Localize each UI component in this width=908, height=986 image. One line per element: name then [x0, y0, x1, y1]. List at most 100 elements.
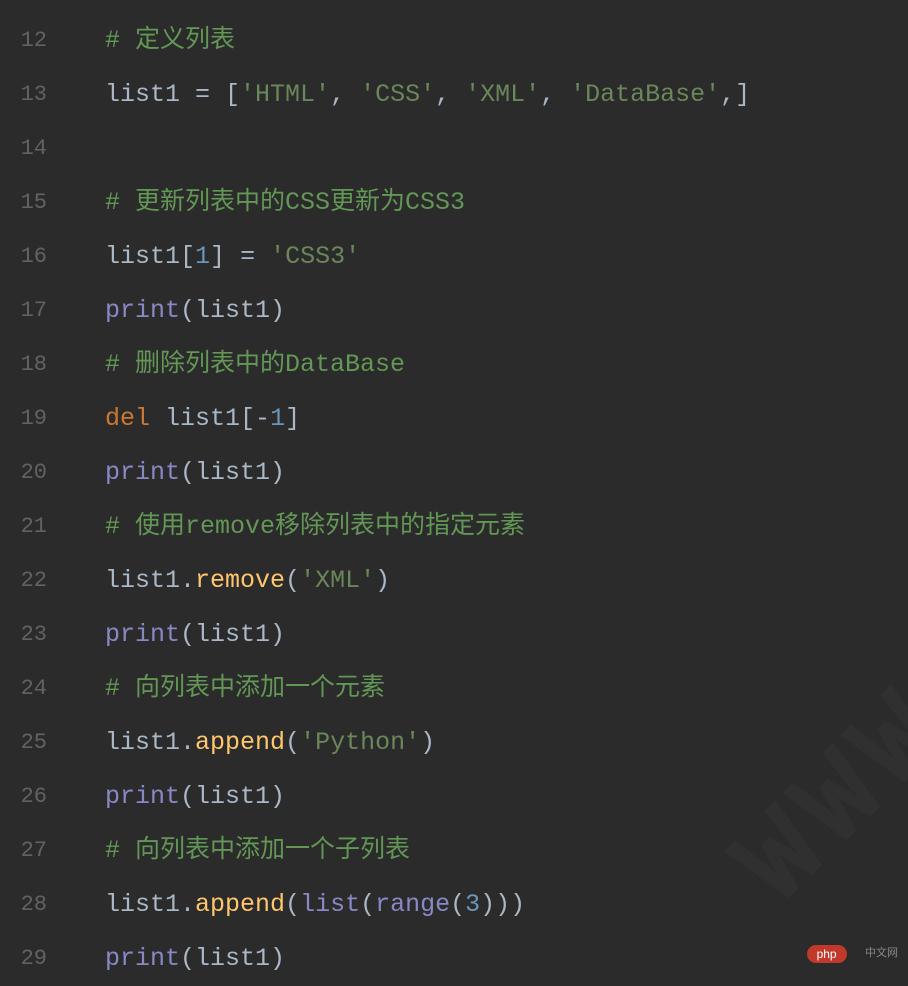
- logo-badge: php: [807, 945, 847, 963]
- token-punct: .: [180, 566, 195, 595]
- code-line[interactable]: # 定义列表: [105, 14, 908, 68]
- token-ident: list1: [195, 944, 270, 973]
- token-punct: (: [180, 620, 195, 649]
- code-line[interactable]: list1[1] = 'CSS3': [105, 230, 908, 284]
- token-punct: ): [270, 620, 285, 649]
- line-number: 26: [0, 770, 65, 824]
- token-ident: list1: [105, 242, 180, 271]
- token-punct: (: [180, 296, 195, 325]
- line-number: 22: [0, 554, 65, 608]
- token-punct: ): [270, 782, 285, 811]
- token-punct: ): [270, 944, 285, 973]
- line-number: 27: [0, 824, 65, 878]
- code-line[interactable]: # 向列表中添加一个元素: [105, 662, 908, 716]
- token-ident: list1: [165, 404, 240, 433]
- token-ident: list1: [195, 458, 270, 487]
- token-op: =: [240, 242, 270, 271]
- token-punct: .: [180, 728, 195, 757]
- token-ident: list1: [105, 80, 195, 109]
- token-punct: (: [180, 944, 195, 973]
- token-op: =: [195, 80, 225, 109]
- token-string: 'XML': [465, 80, 540, 109]
- code-line[interactable]: list1.append('Python'): [105, 716, 908, 770]
- token-ident: list1: [105, 890, 180, 919]
- token-comment: # 更新列表中的CSS更新为CSS3: [105, 188, 465, 217]
- code-line[interactable]: print(list1): [105, 446, 908, 500]
- token-string: 'CSS3': [270, 242, 360, 271]
- token-punct: (: [450, 890, 465, 919]
- token-comment: # 向列表中添加一个子列表: [105, 836, 410, 865]
- line-number: 23: [0, 608, 65, 662]
- code-line[interactable]: print(list1): [105, 932, 908, 986]
- token-punct: ))): [480, 890, 525, 919]
- line-number: 15: [0, 176, 65, 230]
- site-logo: php 中文网: [807, 939, 898, 966]
- line-number: 21: [0, 500, 65, 554]
- token-punct: [: [225, 80, 240, 109]
- token-comment: # 删除列表中的DataBase: [105, 350, 405, 379]
- token-comment: # 定义列表: [105, 26, 235, 55]
- token-builtin: range: [375, 890, 450, 919]
- token-punct: ,: [330, 80, 360, 109]
- code-line[interactable]: list1.remove('XML'): [105, 554, 908, 608]
- token-comment: # 使用remove移除列表中的指定元素: [105, 512, 525, 541]
- line-number: 17: [0, 284, 65, 338]
- token-punct: (: [180, 458, 195, 487]
- token-punct: ): [375, 566, 390, 595]
- token-punct: ): [270, 296, 285, 325]
- token-builtin: print: [105, 620, 180, 649]
- token-keyword: del: [105, 404, 165, 433]
- line-number: 14: [0, 122, 65, 176]
- token-punct: (: [285, 566, 300, 595]
- code-content-area[interactable]: # 定义列表 list1 = ['HTML', 'CSS', 'XML', 'Da…: [65, 0, 908, 986]
- token-punct: (: [285, 890, 300, 919]
- token-method: append: [195, 890, 285, 919]
- token-punct: ): [420, 728, 435, 757]
- token-builtin: list: [300, 890, 360, 919]
- token-builtin: print: [105, 944, 180, 973]
- line-number: 28: [0, 878, 65, 932]
- token-number: 1: [195, 242, 210, 271]
- token-punct: ,: [435, 80, 465, 109]
- token-punct: ,]: [720, 80, 750, 109]
- logo-label: 中文网: [865, 944, 898, 960]
- token-comment: # 向列表中添加一个元素: [105, 674, 385, 703]
- code-line[interactable]: # 删除列表中的DataBase: [105, 338, 908, 392]
- code-line[interactable]: print(list1): [105, 284, 908, 338]
- token-punct: .: [180, 890, 195, 919]
- token-ident: list1: [105, 728, 180, 757]
- token-punct: (: [360, 890, 375, 919]
- token-string: 'DataBase': [570, 80, 720, 109]
- code-line[interactable]: print(list1): [105, 608, 908, 662]
- line-number: 16: [0, 230, 65, 284]
- token-string: 'Python': [300, 728, 420, 757]
- token-number: 1: [270, 404, 285, 433]
- token-method: append: [195, 728, 285, 757]
- token-builtin: print: [105, 296, 180, 325]
- token-punct: [: [240, 404, 255, 433]
- code-line[interactable]: # 使用remove移除列表中的指定元素: [105, 500, 908, 554]
- code-line[interactable]: # 更新列表中的CSS更新为CSS3: [105, 176, 908, 230]
- code-line[interactable]: # 向列表中添加一个子列表: [105, 824, 908, 878]
- token-punct: [: [180, 242, 195, 271]
- line-number: 24: [0, 662, 65, 716]
- token-ident: list1: [195, 296, 270, 325]
- code-line[interactable]: del list1[-1]: [105, 392, 908, 446]
- line-number: 19: [0, 392, 65, 446]
- code-line[interactable]: list1.append(list(range(3))): [105, 878, 908, 932]
- token-op: -: [255, 404, 270, 433]
- code-line[interactable]: list1 = ['HTML', 'CSS', 'XML', 'DataBase…: [105, 68, 908, 122]
- token-builtin: print: [105, 458, 180, 487]
- code-editor[interactable]: 121314151617181920212223242526272829 # 定…: [0, 0, 908, 986]
- line-number: 29: [0, 932, 65, 986]
- line-number: 25: [0, 716, 65, 770]
- token-ident: list1: [195, 620, 270, 649]
- token-string: 'CSS': [360, 80, 435, 109]
- line-number: 18: [0, 338, 65, 392]
- code-line[interactable]: [105, 122, 908, 176]
- token-punct: ,: [540, 80, 570, 109]
- token-punct: ): [270, 458, 285, 487]
- line-number-gutter: 121314151617181920212223242526272829: [0, 0, 65, 986]
- code-line[interactable]: print(list1): [105, 770, 908, 824]
- token-builtin: print: [105, 782, 180, 811]
